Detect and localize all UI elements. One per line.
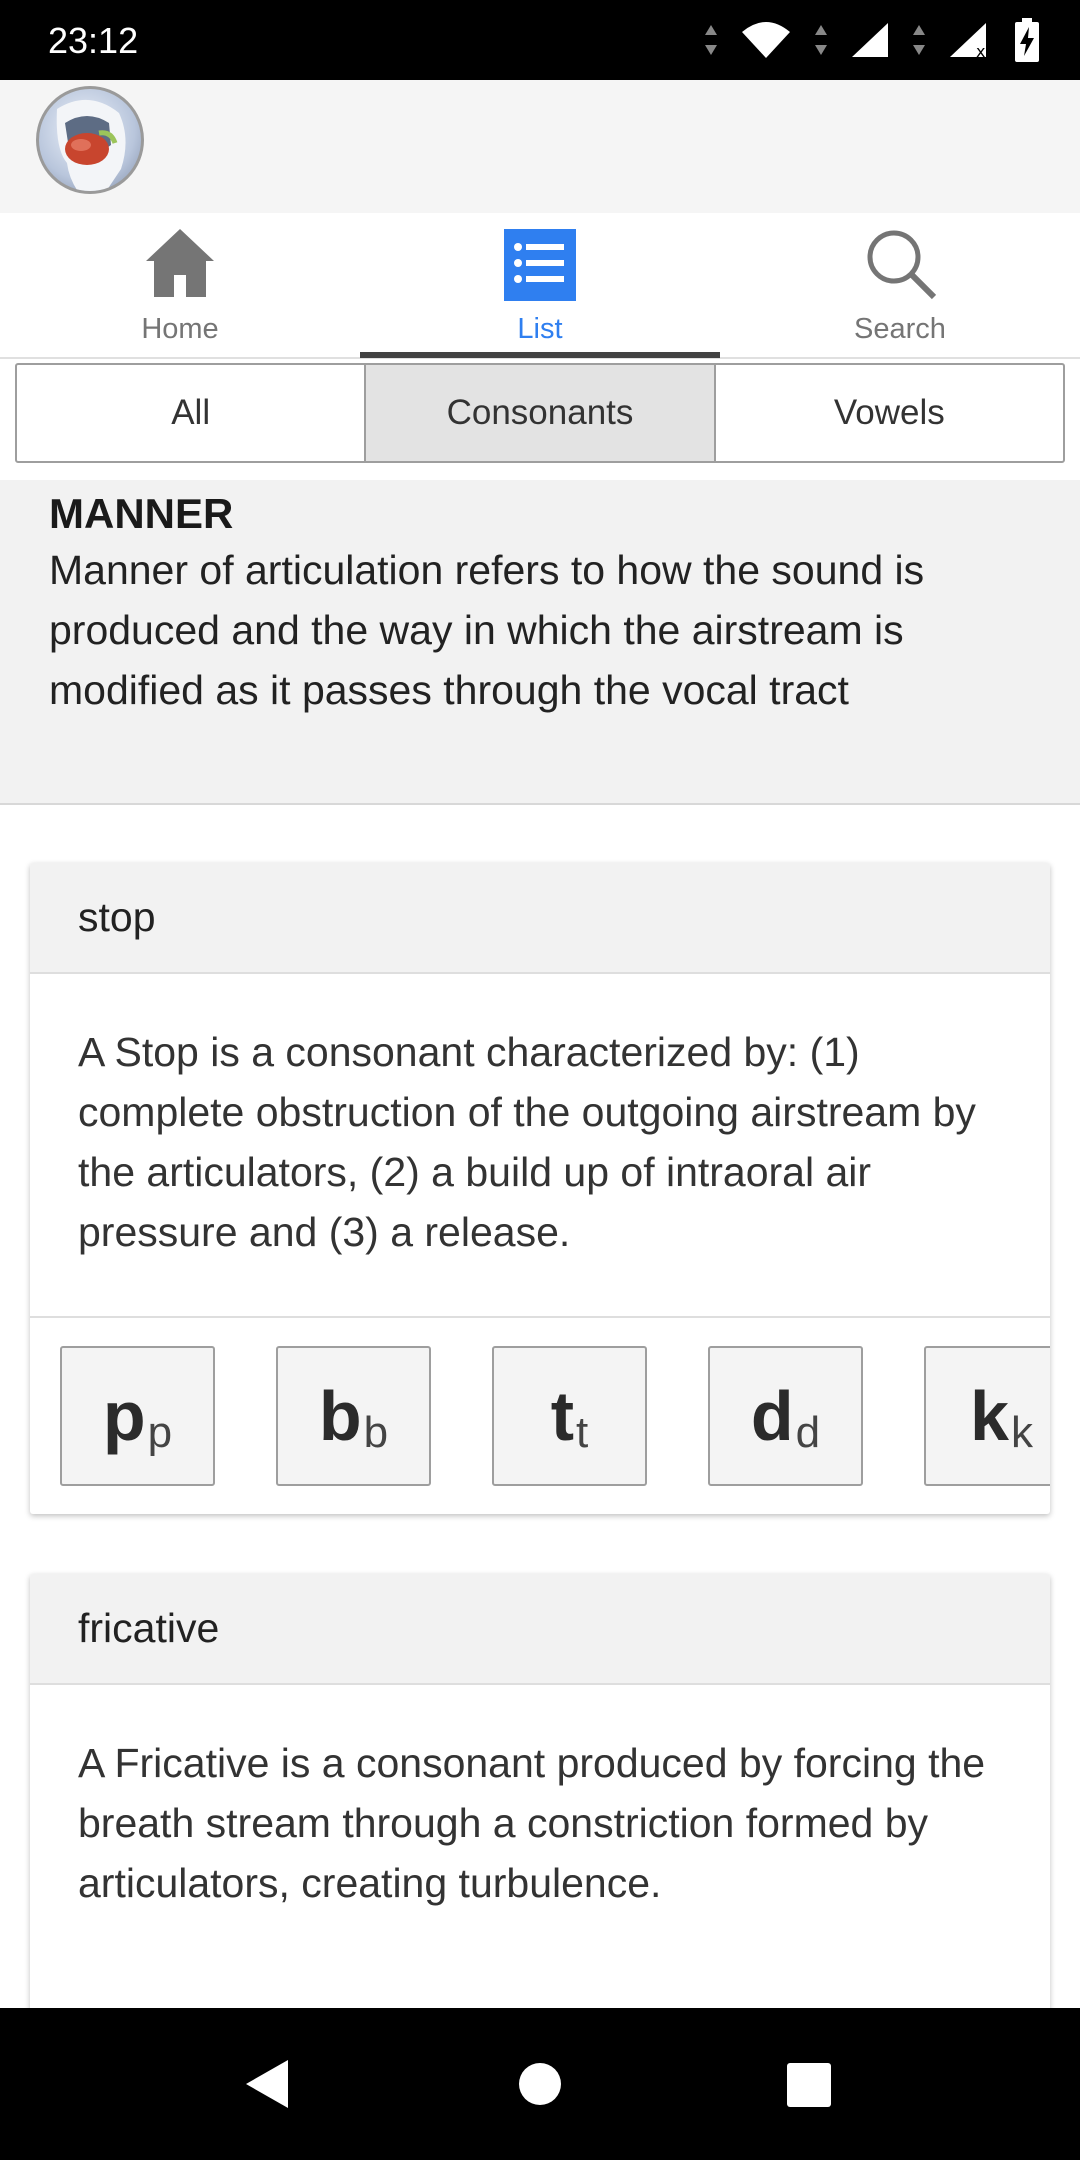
back-icon[interactable] [244, 2058, 290, 2110]
sound-symbol: t [550, 1377, 575, 1455]
wifi-icon [742, 22, 790, 58]
tab-search-label: Search [854, 313, 946, 345]
stop-card-title: stop [30, 863, 1050, 974]
data-transfer-icon-2 [815, 25, 827, 55]
sound-symbol: p [102, 1377, 146, 1455]
manner-description: Manner of articulation refers to how the… [49, 547, 925, 713]
sound-button-p[interactable]: pp [60, 1346, 215, 1486]
status-time: 23:12 [48, 20, 139, 61]
sound-button-k[interactable]: kk [924, 1346, 1050, 1486]
data-transfer-icon [705, 25, 717, 55]
tab-home[interactable]: Home [0, 213, 360, 359]
sound-symbol: b [318, 1377, 362, 1455]
home-button-icon[interactable] [518, 2062, 562, 2106]
active-tab-indicator [360, 352, 720, 358]
fricative-card: fricative A Fricative is a consonant pro… [30, 1574, 1050, 2034]
filter-vowels-button[interactable]: Vowels [716, 365, 1063, 461]
data-transfer-icon-3 [913, 25, 925, 55]
fricative-card-title: fricative [30, 1574, 1050, 1685]
stop-card-description: A Stop is a consonant characterized by: … [78, 1029, 976, 1255]
sound-subscript: t [576, 1408, 589, 1457]
sound-subscript: k [1010, 1408, 1033, 1457]
tab-search[interactable]: Search [720, 213, 1080, 359]
signal-icon [852, 23, 888, 57]
tab-home-label: Home [141, 313, 219, 345]
sound-button-b[interactable]: bb [276, 1346, 431, 1486]
fricative-card-description: A Fricative is a consonant produced by f… [78, 1740, 986, 1906]
sound-symbol: d [750, 1377, 794, 1455]
svg-text:x: x [976, 42, 985, 59]
sound-button-t[interactable]: tt [492, 1346, 647, 1486]
sound-subscript: p [147, 1408, 173, 1457]
category-filter: All Consonants Vowels [15, 363, 1065, 463]
battery-charging-icon [1015, 18, 1039, 62]
filter-all-button[interactable]: All [17, 365, 367, 461]
filter-consonants-button[interactable]: Consonants [366, 365, 716, 461]
app-logo [36, 86, 144, 194]
manner-title: MANNER [49, 490, 234, 537]
sound-row: pp bb tt dd kk [30, 1318, 1050, 1514]
sound-subscript: d [795, 1408, 821, 1457]
main-nav: Home List Search [0, 213, 1080, 359]
status-icons: x [704, 18, 1040, 62]
search-icon [867, 230, 936, 300]
sound-subscript: b [363, 1408, 389, 1457]
manner-section: MANNER Manner of articulation refers to … [0, 480, 1080, 805]
recents-icon[interactable] [786, 2062, 832, 2108]
stop-card: stop A Stop is a consonant characterized… [30, 863, 1050, 1514]
sound-button-d[interactable]: dd [708, 1346, 863, 1486]
app-header [0, 80, 1080, 213]
tab-list-label: List [517, 313, 563, 345]
home-icon [146, 229, 214, 297]
sound-symbol: k [970, 1377, 1009, 1455]
tab-list[interactable]: List [360, 213, 720, 359]
status-bar: 23:12 x [0, 0, 1080, 80]
signal-no-data-icon: x [950, 23, 986, 59]
list-icon [504, 229, 576, 301]
system-nav-bar [0, 2008, 1080, 2160]
